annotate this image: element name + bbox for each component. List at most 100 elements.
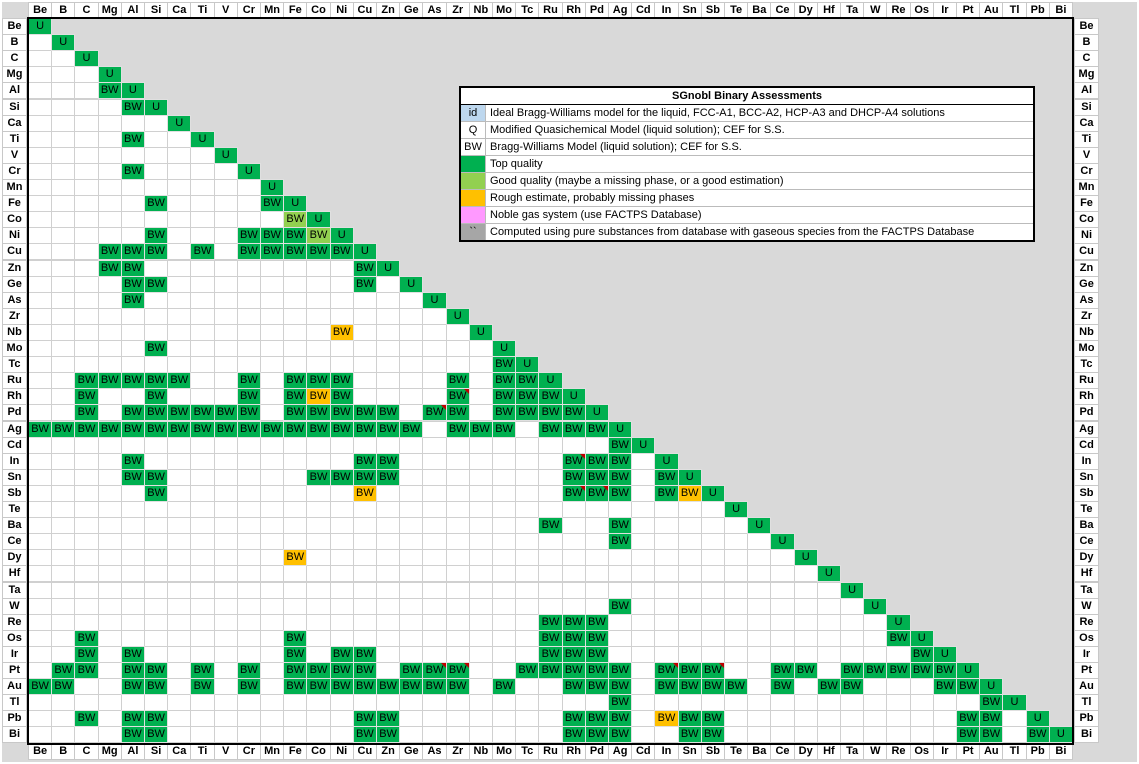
grid-cell-empty xyxy=(399,613,424,631)
grid-cell-empty xyxy=(236,436,261,454)
grid-cell-empty xyxy=(700,549,725,567)
grid-cell-empty xyxy=(538,581,563,599)
binary-cell-au-ni: BW xyxy=(329,678,354,696)
column-footer-tl: Tl xyxy=(1002,742,1027,760)
grid-cell-empty xyxy=(28,662,53,680)
grid-cell-empty xyxy=(260,307,285,325)
binary-cell-os-rh: BW xyxy=(561,629,586,647)
grid-cell-empty xyxy=(631,645,656,663)
row-header-right-pt: Pt xyxy=(1074,662,1099,680)
grid-cell-empty xyxy=(213,533,238,551)
binary-cell-au-in: BW xyxy=(654,678,679,696)
grid-cell-empty xyxy=(538,484,563,502)
binary-cell-au-ti: BW xyxy=(190,678,215,696)
grid-cell-empty xyxy=(167,533,192,551)
grid-cell-empty xyxy=(236,517,261,535)
binary-cell-pt-ta: BW xyxy=(840,662,865,680)
binary-cell-au-ta: BW xyxy=(840,678,865,696)
grid-cell-empty xyxy=(352,549,377,567)
row-header-ba: Ba xyxy=(2,517,27,535)
binary-cell-ru-tc: BW xyxy=(515,372,540,390)
grid-cell-empty xyxy=(306,323,331,341)
column-footer-nb: Nb xyxy=(468,742,493,760)
grid-cell-empty xyxy=(213,195,238,213)
grid-cell-empty xyxy=(445,613,470,631)
grid-cell-empty xyxy=(352,291,377,309)
grid-cell-empty xyxy=(28,195,53,213)
grid-cell-empty xyxy=(51,307,76,325)
binary-cell-au-ir: BW xyxy=(932,678,957,696)
column-footer-ta: Ta xyxy=(840,742,865,760)
binary-cell-os-os: U xyxy=(909,629,934,647)
column-header-ag: Ag xyxy=(608,2,633,20)
column-header-cu: Cu xyxy=(352,2,377,20)
grid-cell-empty xyxy=(74,323,99,341)
column-header-as: As xyxy=(422,2,447,20)
grid-cell-empty xyxy=(260,275,285,293)
binary-cell-ag-ag: U xyxy=(608,420,633,438)
grid-cell-empty xyxy=(538,436,563,454)
grid-cell-empty xyxy=(399,404,424,422)
binary-cell-w-ag: BW xyxy=(608,597,633,615)
grid-cell-empty xyxy=(190,227,215,245)
grid-cell-empty xyxy=(376,307,401,325)
binary-cell-pb-in: BW xyxy=(654,710,679,728)
grid-cell-empty xyxy=(28,726,53,744)
grid-cell-empty xyxy=(793,581,818,599)
row-header-right-c: C xyxy=(1074,50,1099,68)
grid-cell-empty xyxy=(422,356,447,374)
grid-cell-empty xyxy=(677,629,702,647)
grid-cell-empty xyxy=(631,581,656,599)
grid-cell-empty xyxy=(260,323,285,341)
row-header-pt: Pt xyxy=(2,662,27,680)
binary-cell-pt-ir: BW xyxy=(932,662,957,680)
binary-cell-au-be: BW xyxy=(28,678,53,696)
column-footer-ba: Ba xyxy=(747,742,772,760)
grid-cell-empty xyxy=(468,436,493,454)
binary-cell-ti-al: BW xyxy=(120,130,145,148)
grid-cell-empty xyxy=(236,613,261,631)
grid-cell-empty xyxy=(144,452,169,470)
comment-marker-icon[interactable] xyxy=(463,389,469,395)
binary-cell-al-al: U xyxy=(120,82,145,100)
binary-cell-pt-ti: BW xyxy=(190,662,215,680)
grid-cell-empty xyxy=(631,597,656,615)
grid-cell-empty xyxy=(724,565,749,583)
grid-cell-empty xyxy=(97,211,122,229)
grid-cell-empty xyxy=(816,629,841,647)
grid-cell-empty xyxy=(213,275,238,293)
row-header-right-sb: Sb xyxy=(1074,484,1099,502)
grid-cell-empty xyxy=(770,565,795,583)
binary-cell-pd-co: BW xyxy=(306,404,331,422)
grid-cell-empty xyxy=(399,468,424,486)
binary-cell-pt-rh: BW xyxy=(561,662,586,680)
column-header-pt: Pt xyxy=(956,2,981,20)
grid-cell-empty xyxy=(376,694,401,712)
grid-cell-empty xyxy=(840,710,865,728)
grid-cell-empty xyxy=(399,291,424,309)
grid-cell-empty xyxy=(213,710,238,728)
grid-cell-empty xyxy=(190,307,215,325)
grid-cell-empty xyxy=(120,114,145,132)
comment-marker-icon[interactable] xyxy=(719,663,724,668)
grid-cell-empty xyxy=(283,323,308,341)
comment-marker-icon[interactable] xyxy=(463,663,469,668)
grid-cell-empty xyxy=(468,613,493,631)
grid-cell-empty xyxy=(724,662,749,680)
row-header-ru: Ru xyxy=(2,372,27,390)
grid-cell-empty xyxy=(74,356,99,374)
grid-cell-empty xyxy=(584,694,609,712)
legend-text: Bragg-Williams Model (liquid solution); … xyxy=(490,141,742,153)
grid-cell-empty xyxy=(956,694,981,712)
grid-cell-empty xyxy=(306,436,331,454)
grid-cell-empty xyxy=(306,356,331,374)
legend-swatch: id xyxy=(461,105,486,121)
column-header-si: Si xyxy=(144,2,169,20)
column-header-b: B xyxy=(51,2,76,20)
grid-cell-empty xyxy=(561,597,586,615)
grid-cell-empty xyxy=(28,404,53,422)
grid-cell-empty xyxy=(677,645,702,663)
row-header-right-mn: Mn xyxy=(1074,179,1099,197)
grid-cell-empty xyxy=(770,549,795,567)
grid-cell-empty xyxy=(74,227,99,245)
